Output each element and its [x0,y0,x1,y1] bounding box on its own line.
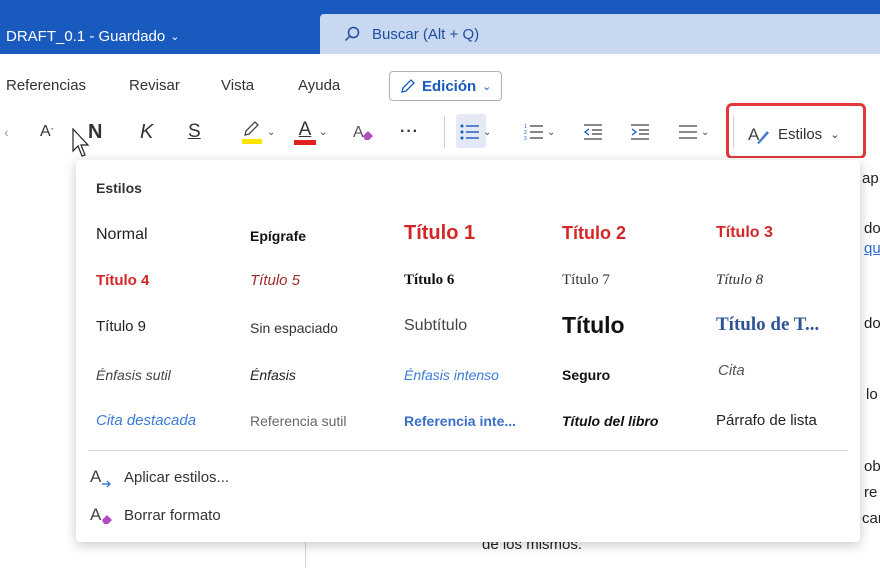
bullet-list-button[interactable]: ⌄ [460,118,491,146]
chevron-down-icon: ⌄ [547,126,556,138]
search-icon [344,26,360,42]
tab-ayuda[interactable]: Ayuda [298,77,340,94]
style-epigrafe[interactable]: Epígrafe [250,228,306,244]
title-bar: DRAFT_0.1 - Guardado ⌄ Buscar (Alt + Q) [0,0,880,54]
editing-mode-button[interactable]: Edición ⌄ [389,71,503,101]
document-text: ob [864,458,880,475]
chevron-down-icon: ⌄ [267,126,276,138]
grow-font-button[interactable]: Aˇ [40,118,54,146]
chevron-down-icon: ⌄ [701,126,710,138]
style-subtitulo[interactable]: Subtítulo [404,317,467,335]
style-titulo-8[interactable]: Título 8 [716,272,763,289]
style-normal[interactable]: Normal [96,226,148,244]
styles-dropdown: Estilos Normal Epígrafe Título 1 Título … [76,160,860,542]
document-text: can [862,510,880,527]
style-enfasis[interactable]: Énfasis [250,367,296,383]
document-text: do [864,220,880,237]
document-text: do [864,315,880,332]
highlighter-icon [242,121,262,144]
overflow-left-icon[interactable]: ‹ [4,118,9,146]
pencil-icon [401,79,415,93]
apply-styles-button[interactable]: A Aplicar estilos... [90,466,229,488]
divider [444,116,445,148]
style-titulo-4[interactable]: Título 4 [96,272,149,289]
document-text: lo [866,386,878,403]
document-title-text: DRAFT_0.1 - Guardado [6,28,166,45]
apply-styles-icon: A [90,467,111,488]
align-button[interactable]: ⌄ [678,118,709,146]
svg-text:A: A [353,124,364,141]
document-text: ap [862,170,879,187]
svg-text:A: A [90,505,102,524]
decrease-indent-button[interactable] [583,118,603,146]
style-titulo-del-libro[interactable]: Título del libro [562,413,658,429]
highlight-color-button[interactable]: ⌄ [240,118,275,146]
styles-panel-title: Estilos [96,180,142,196]
font-color-label: A [298,118,312,140]
numbered-list-button[interactable]: 1 2 3 ⌄ [524,118,555,146]
document-link[interactable]: que [864,240,880,257]
tab-referencias[interactable]: Referencias [6,77,86,94]
styles-highlight-frame [726,103,866,159]
italic-label: K [140,120,154,143]
font-color-swatch: A [294,118,316,145]
clear-format-icon: A [90,505,112,524]
tab-revisar[interactable]: Revisar [129,77,180,94]
underline-label: S [188,121,201,142]
more-options-label: ··· [400,123,419,140]
chevron-down-icon: ⌄ [170,31,180,43]
grow-font-label: A [40,123,51,140]
document-title[interactable]: DRAFT_0.1 - Guardado ⌄ [6,28,179,45]
style-enfasis-intenso[interactable]: Énfasis intenso [404,367,499,383]
editing-mode-label: Edición [422,77,477,95]
increase-indent-icon [631,124,649,140]
style-titulo[interactable]: Título [562,312,625,339]
clear-format-button[interactable]: A Borrar formato [90,504,221,526]
tab-vista[interactable]: Vista [221,77,254,94]
style-titulo-1[interactable]: Título 1 [404,222,475,245]
clear-formatting-button[interactable]: A [352,118,376,146]
style-titulo-de-tabla[interactable]: Título de T... [716,314,819,336]
style-sin-espaciado[interactable]: Sin espaciado [250,320,338,336]
bullet-list-icon [460,124,479,140]
document-text: re [864,484,878,501]
style-referencia-intensa[interactable]: Referencia inte... [404,413,516,429]
style-titulo-6[interactable]: Título 6 [404,272,454,289]
mouse-pointer-icon [72,128,90,157]
style-enfasis-sutil[interactable]: Énfasis sutil [96,367,171,383]
style-parrafo-de-lista[interactable]: Párrafo de lista [716,412,817,429]
align-left-icon [679,125,697,139]
style-referencia-sutil[interactable]: Referencia sutil [250,413,347,429]
svg-text:A: A [90,467,102,486]
style-cita[interactable]: Cita [718,362,745,379]
svg-text:3: 3 [524,136,527,141]
italic-button[interactable]: K [140,118,153,146]
more-options-button[interactable]: ··· [400,118,419,146]
style-titulo-9[interactable]: Título 9 [96,318,146,335]
underline-button[interactable]: S [188,118,201,146]
clear-format-label: Borrar formato [124,506,221,524]
style-seguro[interactable]: Seguro [562,367,610,383]
divider [88,450,848,451]
style-titulo-3[interactable]: Título 3 [716,224,773,242]
chevron-down-icon: ⌄ [483,126,492,138]
style-titulo-2[interactable]: Título 2 [562,223,626,244]
search-placeholder: Buscar (Alt + Q) [372,25,480,43]
style-cita-destacada[interactable]: Cita destacada [96,412,196,429]
decrease-indent-icon [583,124,602,140]
font-color-button[interactable]: A ⌄ [294,118,327,146]
increase-indent-button[interactable] [630,118,650,146]
apply-styles-label: Aplicar estilos... [124,468,230,486]
numbered-list-icon: 1 2 3 [524,124,543,141]
eraser-format-icon: A [353,124,373,141]
search-box[interactable]: Buscar (Alt + Q) [320,14,880,54]
chevron-down-icon: ⌄ [319,126,328,138]
chevron-down-icon: ⌄ [482,80,492,93]
style-titulo-7[interactable]: Título 7 [562,272,610,289]
style-titulo-5[interactable]: Título 5 [250,272,300,289]
